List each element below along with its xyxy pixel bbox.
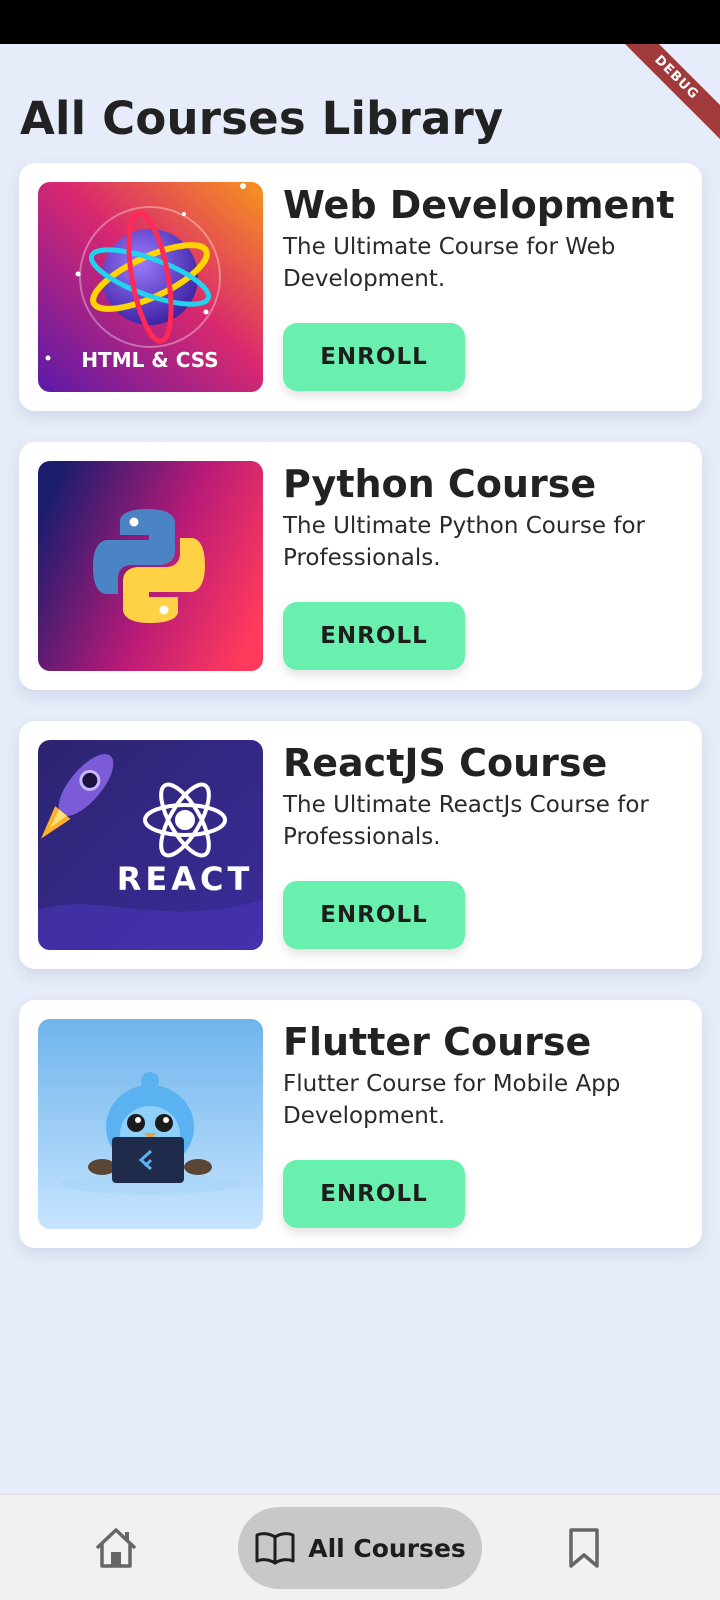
nav-item-bookmarks[interactable]: [548, 1495, 620, 1600]
course-card-reactjs: REACT ReactJS Course The Ultimate ReactJ…: [19, 721, 702, 969]
home-icon: [95, 1528, 137, 1568]
bookmark-icon: [569, 1528, 599, 1568]
course-description: Flutter Course for Mobile App Developmen…: [283, 1071, 621, 1129]
course-description: The Ultimate Course for Web Development.: [283, 234, 616, 292]
course-card-flutter: Flutter Course Flutter Course for Mobile…: [19, 1000, 702, 1248]
course-thumbnail-python: [38, 461, 263, 671]
course-description: The Ultimate Python Course for Professio…: [283, 513, 645, 571]
nav-item-home[interactable]: [80, 1495, 152, 1600]
course-title: ReactJS Course: [283, 741, 608, 785]
enroll-button-reactjs[interactable]: ENROLL: [283, 881, 465, 949]
course-description: The Ultimate ReactJs Course for Professi…: [283, 792, 649, 850]
book-icon: [255, 1532, 295, 1565]
thumbnail-text-react: REACT: [117, 860, 254, 898]
bottom-navigation-bar: All Courses: [0, 1494, 720, 1600]
page-title: All Courses Library: [20, 92, 504, 145]
course-title: Flutter Course: [283, 1020, 592, 1064]
course-thumbnail-flutter: [38, 1019, 263, 1229]
laptop-icon: [112, 1137, 184, 1183]
nav-item-all-courses[interactable]: All Courses: [238, 1507, 482, 1589]
debug-banner: DEBUG: [610, 44, 720, 154]
enroll-button-flutter[interactable]: ENROLL: [283, 1160, 465, 1228]
nav-label-all-courses: All Courses: [308, 1533, 466, 1563]
course-thumbnail-react: REACT: [38, 740, 263, 950]
status-bar: [0, 0, 720, 44]
course-title: Web Development: [283, 183, 675, 227]
course-thumbnail-html-css: HTML & CSS: [38, 182, 263, 392]
enroll-button-python[interactable]: ENROLL: [283, 602, 465, 670]
course-list: HTML & CSS Web Development The Ultimate …: [19, 163, 702, 1279]
course-card-web-development: HTML & CSS Web Development The Ultimate …: [19, 163, 702, 411]
thumbnail-text-html-css: HTML & CSS: [81, 348, 218, 372]
course-card-python: Python Course The Ultimate Python Course…: [19, 442, 702, 690]
debug-ribbon-label: DEBUG: [610, 44, 720, 144]
enroll-button-web-development[interactable]: ENROLL: [283, 323, 465, 391]
course-title: Python Course: [283, 462, 597, 506]
